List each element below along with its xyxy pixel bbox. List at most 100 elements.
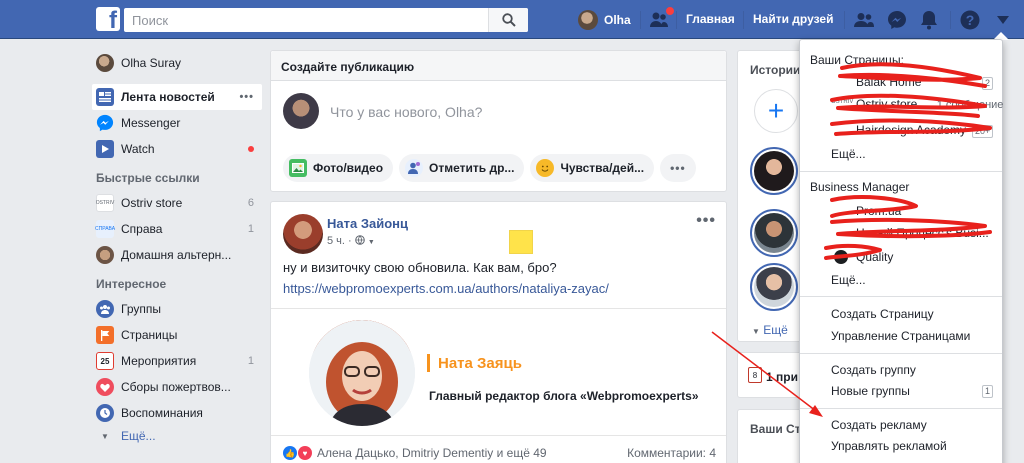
dropdown-page-hairdesign-academy[interactable]: Hairdesign Academy <box>856 123 966 137</box>
globe-icon <box>354 235 365 245</box>
photo-video-button[interactable]: Фото/видео <box>283 154 394 182</box>
sidebar-item-ostriv-store[interactable]: OSTRIV Ostriv store 6 <box>92 190 262 216</box>
find-friends-link[interactable]: Найти друзей <box>753 12 833 26</box>
story-item[interactable] <box>750 147 798 195</box>
post-timestamp[interactable]: 5 ч. · ▼ <box>327 235 375 247</box>
search-input[interactable] <box>124 8 494 32</box>
sidebar-item-memories[interactable]: Воспоминания <box>92 400 262 426</box>
tag-people-icon <box>405 159 424 177</box>
notifications-button[interactable] <box>918 9 940 31</box>
profile-link[interactable]: Olha <box>578 9 631 31</box>
bm-logo-icon <box>834 250 848 264</box>
manage-ads-item[interactable]: Управлять рекламой <box>831 439 947 453</box>
divider <box>743 11 744 29</box>
sidebar-item-label: Домашня альтерн... <box>121 248 232 262</box>
story-item[interactable] <box>750 263 798 311</box>
post-link[interactable]: https://webpromoexperts.com.ua/authors/n… <box>283 281 609 296</box>
sidebar-item-label: Ostriv store <box>121 196 183 210</box>
divider <box>800 353 1002 354</box>
avatar <box>578 10 598 30</box>
photo-video-label: Фото/видео <box>313 161 384 175</box>
add-story-button[interactable]: + <box>754 89 798 133</box>
create-page-item[interactable]: Создать Страницу <box>831 307 934 321</box>
tag-friends-button[interactable]: Отметить др... <box>399 154 525 182</box>
messenger-button[interactable] <box>886 9 908 31</box>
dropdown-bm-account[interactable]: Prom.ua <box>856 204 901 218</box>
sidebar-item-watch[interactable]: Watch <box>92 136 262 162</box>
feed-post: Ната Зайонц 5 ч. · ▼ ••• ну и визиточку … <box>270 201 727 463</box>
divider <box>640 11 641 29</box>
sidebar-item-label: Группы <box>121 302 161 316</box>
dropdown-pages-more[interactable]: Ещё... <box>831 147 866 161</box>
sidebar-profile[interactable]: Olha Suray <box>92 50 262 76</box>
sidebar-item-label: Справа <box>121 222 163 236</box>
composer-input[interactable]: Что у вас нового, Olha? <box>330 104 482 120</box>
feeling-activity-label: Чувства/дей... <box>560 161 645 175</box>
accent-bar <box>427 354 430 372</box>
create-group-item[interactable]: Создать группу <box>831 363 916 377</box>
dropdown-bm-account[interactable]: Новый Процесс's Busi... <box>856 226 989 240</box>
notification-dot <box>248 146 254 152</box>
facebook-logo[interactable]: f <box>96 7 120 31</box>
sidebar-item-home-alternative[interactable]: Домашня альтерн... <box>92 242 262 268</box>
post-author-avatar[interactable] <box>283 214 323 254</box>
friends-icon <box>854 13 874 27</box>
svg-text:?: ? <box>966 12 975 28</box>
events-panel[interactable]: 8 1 при <box>737 352 805 398</box>
avatar <box>96 54 114 72</box>
sidebar-item-fundraisers[interactable]: Сборы пожертвов... <box>92 374 262 400</box>
sprava-logo-icon: CПРАВА <box>95 220 115 238</box>
interesting-heading: Интересное <box>96 277 167 291</box>
messages-count: 1 сообщение <box>936 99 1004 111</box>
avatar <box>754 213 794 253</box>
page-label: Hairdesign Academy <box>856 123 967 137</box>
home-link[interactable]: Главная <box>686 12 735 26</box>
sidebar-item-pages[interactable]: Страницы <box>92 322 262 348</box>
friends-button[interactable] <box>853 9 875 31</box>
comments-count[interactable]: Комментарии: 4 <box>627 446 716 460</box>
dropdown-bm-account[interactable]: Quality <box>834 250 893 264</box>
account-menu-button[interactable] <box>992 9 1014 31</box>
count-badge: 6 <box>247 197 254 209</box>
help-button[interactable]: ? <box>959 9 981 31</box>
create-ad-item[interactable]: Создать рекламу <box>831 418 927 432</box>
sidebar-item-label: Messenger <box>121 116 181 130</box>
avatar <box>754 151 794 191</box>
sidebar-item-label: Страницы <box>121 328 178 342</box>
divider <box>950 11 951 29</box>
groups-icon <box>96 300 114 318</box>
post-time-text: 5 ч. · <box>327 235 355 247</box>
search-button[interactable] <box>488 8 528 32</box>
sidebar-item-sprava[interactable]: CПРАВА Справа 1 <box>92 216 262 242</box>
more-options-button[interactable]: ••• <box>660 154 696 182</box>
business-manager-heading: Business Manager <box>810 180 910 194</box>
post-options-button[interactable]: ••• <box>696 212 716 230</box>
sidebar-item-news-feed[interactable]: Лента новостей ••• <box>92 84 262 110</box>
memories-clock-icon <box>96 404 114 422</box>
love-reaction-icon: ♥ <box>298 446 312 460</box>
chevron-down-icon: ▼ <box>367 239 375 246</box>
count-badge: 2 <box>982 77 994 90</box>
sidebar-item-messenger[interactable]: Messenger <box>92 110 262 136</box>
dropdown-page-ostriv-store[interactable]: Ostriv store 1 сообщение <box>856 97 1003 111</box>
reactions-summary[interactable]: 👍 ♥ Алена Дацько, Dmitriy Dementiy и ещё… <box>283 446 547 460</box>
left-sidebar: Olha Suray Лента новостей ••• Messenger … <box>92 50 262 446</box>
sidebar-see-more[interactable]: ▼ Ещё... <box>92 426 262 446</box>
sidebar-item-groups[interactable]: Группы <box>92 296 262 322</box>
dropdown-page-balak-home[interactable]: Balak Home <box>856 75 921 89</box>
post-author-name[interactable]: Ната Зайонц <box>327 216 408 231</box>
more-options-icon[interactable]: ••• <box>239 91 254 103</box>
page-label: Balak Home <box>856 75 922 89</box>
divider <box>800 296 1002 297</box>
friend-requests-icon-button[interactable] <box>648 6 675 31</box>
stories-see-more[interactable]: ▼ Ещё <box>752 323 788 337</box>
feeling-activity-button[interactable]: Чувства/дей... <box>530 154 655 182</box>
preview-portrait-image <box>309 320 415 426</box>
story-item[interactable] <box>750 209 798 257</box>
dropdown-bm-more[interactable]: Ещё... <box>831 273 866 287</box>
new-groups-item[interactable]: Новые группы <box>831 384 910 398</box>
manage-pages-item[interactable]: Управление Страницами <box>831 329 970 343</box>
sidebar-item-events[interactable]: 25 Мероприятия 1 <box>92 348 262 374</box>
divider <box>844 11 845 29</box>
link-preview-card[interactable]: Ната Заяць Главный редактор блога «Webpr… <box>271 308 726 436</box>
